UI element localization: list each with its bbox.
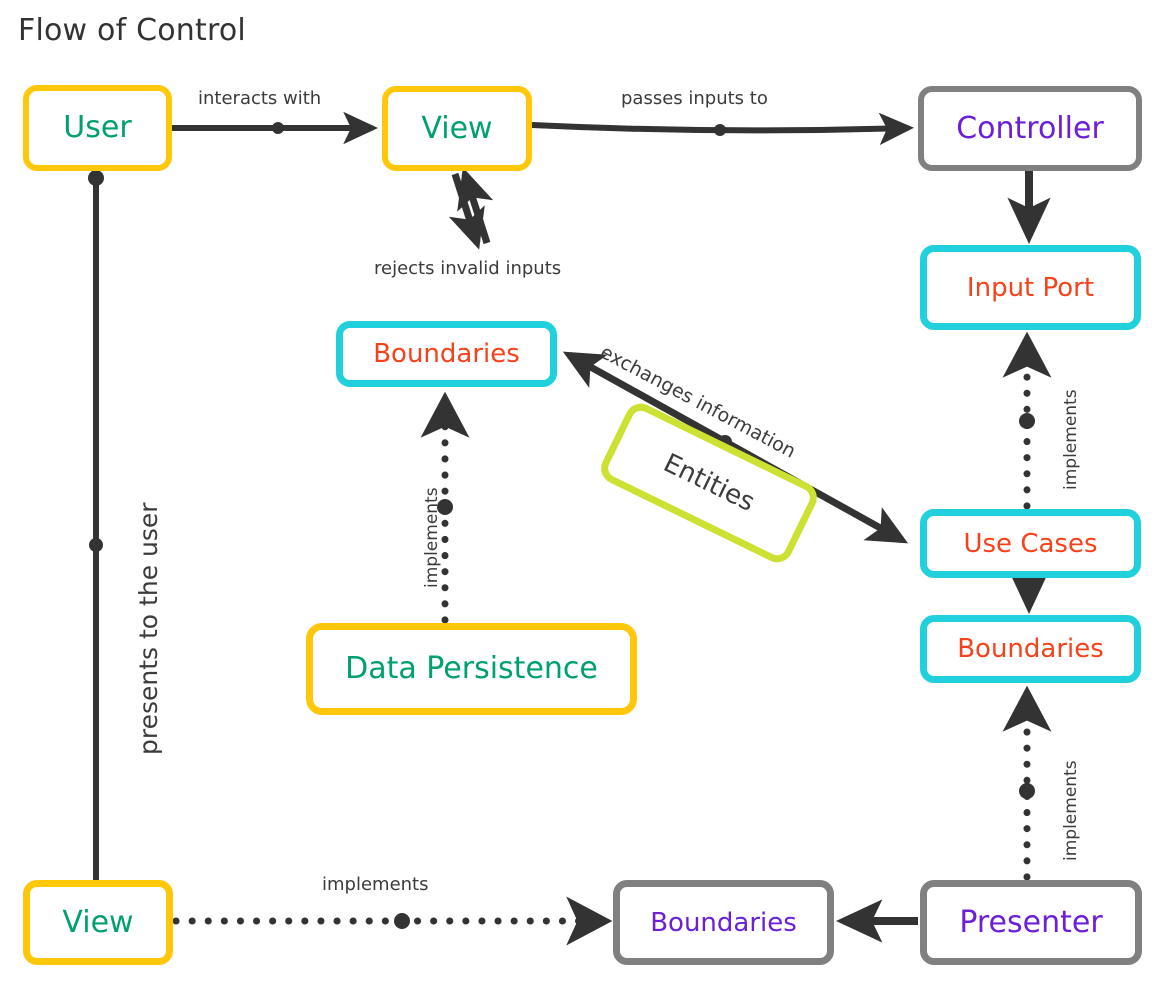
node-boundaries-right[interactable]: Boundaries (920, 615, 1141, 683)
node-use-cases-label: Use Cases (963, 528, 1098, 559)
edge-label-presents-to-the-user: presents to the user (134, 502, 163, 755)
node-use-cases[interactable]: Use Cases (920, 509, 1141, 578)
edge-label-implements-presenter-boundaries: implements (1061, 760, 1081, 861)
node-boundaries-right-label: Boundaries (957, 634, 1104, 664)
edge-label-implements-datapersistence: implements (422, 487, 442, 588)
node-entities-label: Entities (658, 448, 760, 518)
node-controller[interactable]: Controller (918, 86, 1142, 171)
edge-viewbottom-to-boundaries-bottom (172, 896, 613, 946)
node-presenter-label: Presenter (959, 904, 1103, 940)
node-data-persistence[interactable]: Data Persistence (306, 623, 637, 715)
edge-label-implements-viewbottom: implements (322, 874, 429, 895)
node-input-port[interactable]: Input Port (920, 245, 1141, 330)
edge-label-implements-usecases-inputport: implements (1061, 389, 1081, 490)
node-boundaries-bottom-label: Boundaries (650, 907, 797, 938)
edge-label-rejects-invalid-inputs: rejects invalid inputs (374, 258, 562, 279)
edge-label-interacts-with: interacts with (198, 88, 322, 109)
node-user-label: User (63, 110, 132, 145)
node-user[interactable]: User (23, 85, 172, 171)
edge-view-self-loop (448, 167, 494, 250)
edge-view-to-controller (531, 112, 914, 146)
edge-presenter-to-boundaries-right (1002, 685, 1052, 881)
node-boundaries-bottom[interactable]: Boundaries (613, 880, 834, 965)
node-view-top[interactable]: View (382, 86, 532, 171)
node-boundaries-middle[interactable]: Boundaries (336, 321, 557, 387)
edge-user-to-viewbottom (88, 170, 104, 880)
node-controller-label: Controller (956, 110, 1104, 146)
node-view-top-label: View (421, 110, 493, 146)
node-boundaries-middle-label: Boundaries (373, 339, 520, 369)
edge-user-to-view (172, 111, 379, 145)
diagram-canvas: Flow of Control User View Controller Inp… (0, 0, 1170, 989)
node-view-bottom-label: View (62, 904, 134, 940)
node-view-bottom[interactable]: View (23, 880, 173, 965)
node-input-port-label: Input Port (966, 272, 1095, 303)
node-presenter[interactable]: Presenter (920, 880, 1142, 965)
node-data-persistence-label: Data Persistence (345, 651, 598, 686)
edge-usecases-to-inputport (1002, 331, 1052, 510)
edge-label-passes-inputs-to: passes inputs to (621, 88, 768, 109)
